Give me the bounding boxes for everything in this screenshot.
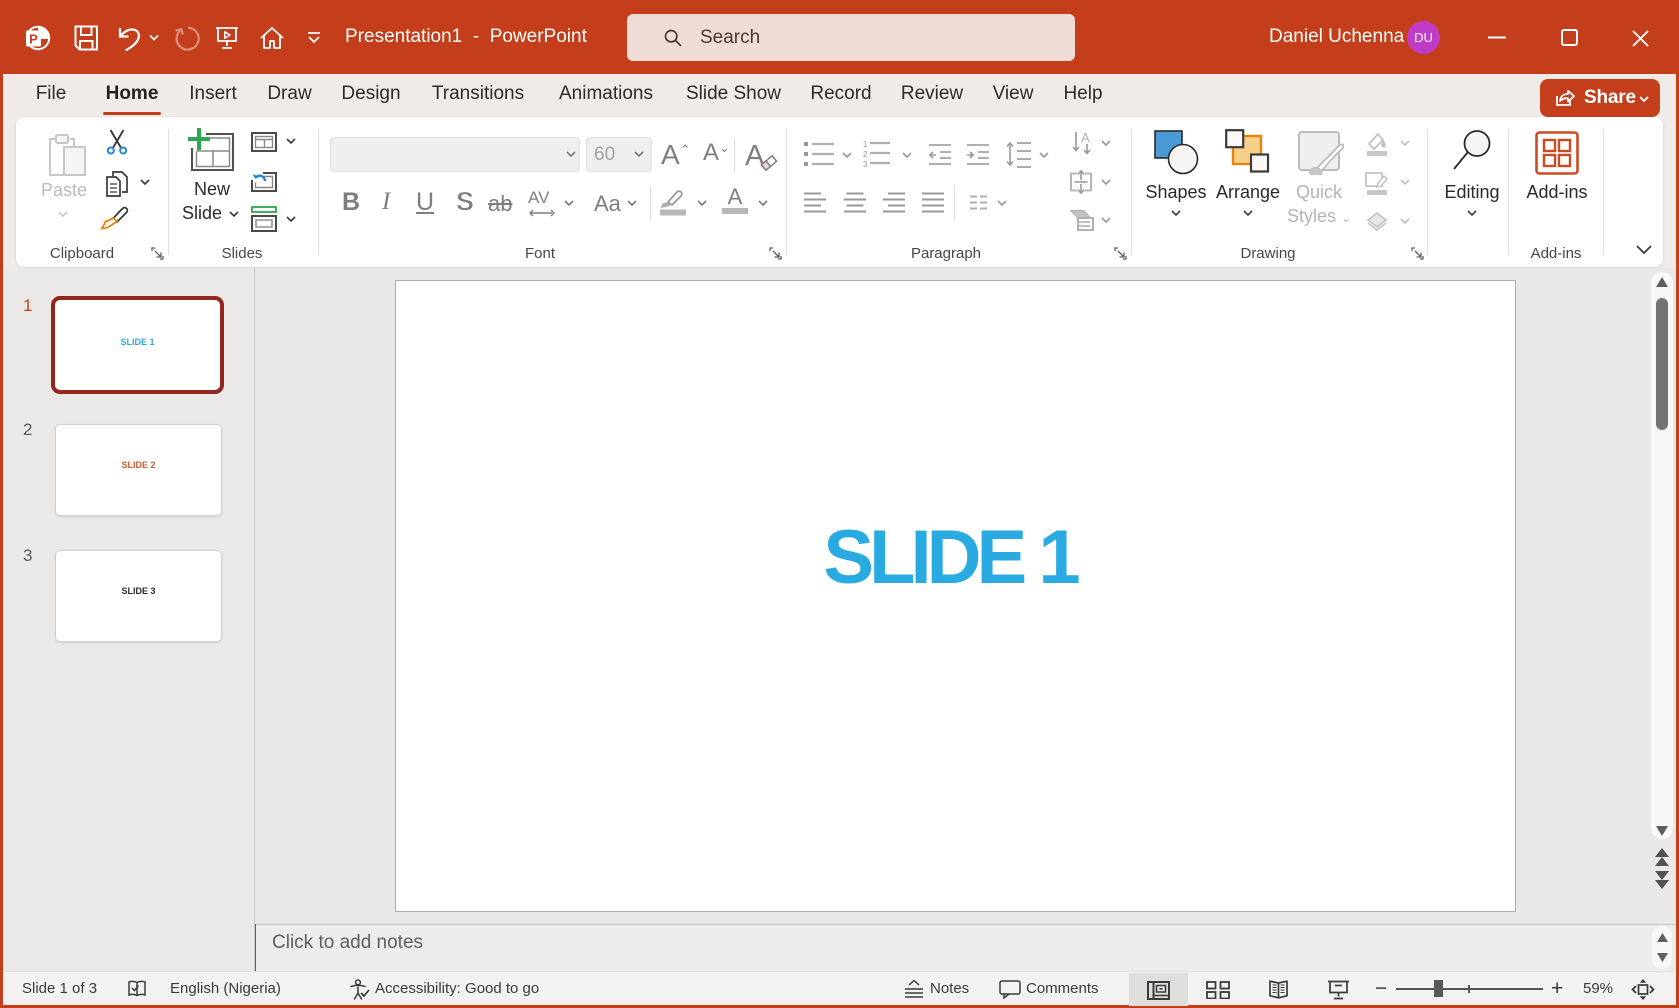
svg-text:1: 1	[863, 140, 868, 149]
svg-text:2: 2	[863, 150, 868, 159]
svg-text:AV: AV	[528, 189, 550, 207]
svg-text:A: A	[728, 186, 743, 209]
svg-text:3: 3	[863, 160, 868, 169]
svg-text:P: P	[29, 32, 38, 47]
svg-text:A: A	[1081, 130, 1090, 145]
